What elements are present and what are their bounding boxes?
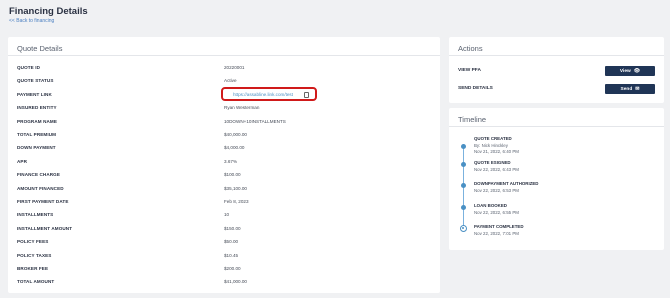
timeline-dot <box>461 204 466 210</box>
timeline-dot <box>461 182 466 188</box>
page-header: Financing Details << Back to financing <box>9 6 88 24</box>
detail-row: PROGRAM NAME 10DOWN+10INSTALLMENTS <box>17 117 437 126</box>
eye-icon: 👁 <box>633 68 641 74</box>
detail-value: $100.00 <box>224 172 241 178</box>
detail-row: TOTAL PREMIUM $40,000.00 <box>17 130 437 139</box>
mail-icon: ✉ <box>635 86 640 92</box>
action-send-details: SEND DETAILS Send ✉ <box>458 84 655 94</box>
detail-label: QUOTE STATUS <box>17 78 54 84</box>
detail-label: POLICY FEES <box>17 239 49 245</box>
detail-row: FINANCE CHARGE $100.00 <box>17 170 437 179</box>
detail-row: INSURED ENTITY Ryan Westerman <box>17 103 437 112</box>
detail-row: AMOUNT FINANCED $35,100.00 <box>17 184 437 193</box>
timeline-event: DOWNPAYMENT AUTHORIZED Nov 22, 2022, 6:53… <box>474 181 538 194</box>
timeline-event-date: Nov 21, 2022, 6:40 PM <box>474 149 519 154</box>
detail-label: FINANCE CHARGE <box>17 172 60 178</box>
timeline-event: LOAN BOOKED Nov 22, 2022, 6:55 PM <box>474 203 519 216</box>
detail-label: INSTALLMENT AMOUNT <box>17 225 73 231</box>
payment-link[interactable]: https://assabline.link.com/test <box>233 90 293 99</box>
detail-row: POLICY FEES $50.00 <box>17 237 437 246</box>
timeline-event: QUOTE CREATED By: Nick Hinckley Nov 21, 20… <box>474 136 519 156</box>
detail-row: FIRST PAYMENT DATE Feb 8, 2023 <box>17 197 437 206</box>
detail-value: $4,000.00 <box>224 145 245 151</box>
detail-value: 3.67% <box>224 158 238 164</box>
detail-label: PROGRAM NAME <box>17 118 57 124</box>
detail-value: $41,000.00 <box>224 279 247 285</box>
timeline-dot <box>460 224 467 232</box>
detail-value: $150.00 <box>224 225 241 231</box>
timeline-event-date: Nov 22, 2022, 6:43 PM <box>474 166 519 172</box>
detail-value: 20220001 <box>224 65 245 70</box>
quote-details-card: Quote Details QUOTE ID 20220001 QUOTE STAT… <box>8 37 440 293</box>
detail-label: INSURED ENTITY <box>17 105 57 111</box>
detail-label: APR <box>17 158 27 164</box>
timeline-dot <box>461 161 466 167</box>
detail-value: Active <box>224 78 237 84</box>
detail-value: $50.00 <box>224 239 239 245</box>
detail-row: BROKER FEE $200.00 <box>17 264 437 273</box>
detail-row: PAYMENT LINK https://assabline.link.com/t… <box>17 86 437 101</box>
detail-label: BROKER FEE <box>17 266 49 271</box>
detail-value: Feb 8, 2023 <box>224 199 249 204</box>
detail-row: APR 3.67% <box>17 157 437 166</box>
timeline-title: Timeline <box>449 108 664 127</box>
detail-value: 10DOWN+10INSTALLMENTS <box>224 118 286 124</box>
detail-row: INSTALLMENT AMOUNT $150.00 <box>17 224 437 233</box>
detail-label: FIRST PAYMENT DATE <box>17 199 69 204</box>
detail-label: TOTAL AMOUNT <box>17 279 55 285</box>
page-title: Financing Details <box>9 6 88 17</box>
timeline-dot <box>461 143 466 149</box>
detail-label: TOTAL PREMIUM <box>17 132 57 137</box>
timeline-event-date: Nov 22, 2022, 6:53 PM <box>474 187 519 193</box>
quote-details-title: Quote Details <box>8 37 440 56</box>
send-button[interactable]: Send ✉ <box>605 84 655 94</box>
detail-label: AMOUNT FINANCED <box>17 185 64 191</box>
timeline-event: PAYMENT COMPLETED Nov 22, 2022, 7:01 PM <box>474 224 524 237</box>
detail-row: INSTALLMENTS 10 <box>17 210 437 219</box>
timeline-event-date: Nov 22, 2022, 6:55 PM <box>474 209 519 215</box>
timeline-event-date: Nov 22, 2022, 7:01 PM <box>474 230 519 236</box>
detail-row: DOWN PAYMENT $4,000.00 <box>17 143 437 152</box>
copy-icon[interactable] <box>304 91 309 98</box>
timeline-card: Timeline QUOTE CREATED By: Nick Hinckley N… <box>449 108 664 250</box>
timeline-event-title: PAYMENT COMPLETED <box>474 224 524 229</box>
actions-card: Actions VIEW PFA View 👁 SEND DETAILS Send… <box>449 37 664 103</box>
detail-row: QUOTE ID 20220001 <box>17 63 437 72</box>
detail-label: INSTALLMENTS <box>17 212 54 218</box>
timeline-event: QUOTE ESIGNED Nov 22, 2022, 6:43 PM <box>474 160 519 173</box>
detail-label: PAYMENT LINK <box>17 91 52 97</box>
detail-label: DOWN PAYMENT <box>17 145 56 151</box>
detail-label: POLICY TAXES <box>17 252 52 258</box>
detail-label: QUOTE ID <box>17 65 41 70</box>
detail-value: Ryan Westerman <box>224 105 260 111</box>
detail-value: $200.00 <box>224 266 241 271</box>
action-view-pfa: VIEW PFA View 👁 <box>458 66 655 76</box>
detail-value: $35,100.00 <box>224 185 247 191</box>
action-label: VIEW PFA <box>458 68 481 73</box>
detail-row: POLICY TAXES $10.45 <box>17 251 437 260</box>
detail-row: QUOTE STATUS Active <box>17 76 437 85</box>
detail-value: $10.45 <box>224 252 239 258</box>
detail-value: $40,000.00 <box>224 132 247 137</box>
actions-title: Actions <box>449 37 664 56</box>
timeline-event-title: DOWNPAYMENT AUTHORIZED <box>474 181 539 186</box>
view-button[interactable]: View 👁 <box>605 66 655 76</box>
detail-value: 10 <box>224 212 230 218</box>
action-label: SEND DETAILS <box>458 86 493 91</box>
detail-row: TOTAL AMOUNT $41,000.00 <box>17 277 437 286</box>
back-link[interactable]: << Back to financing <box>9 18 88 24</box>
